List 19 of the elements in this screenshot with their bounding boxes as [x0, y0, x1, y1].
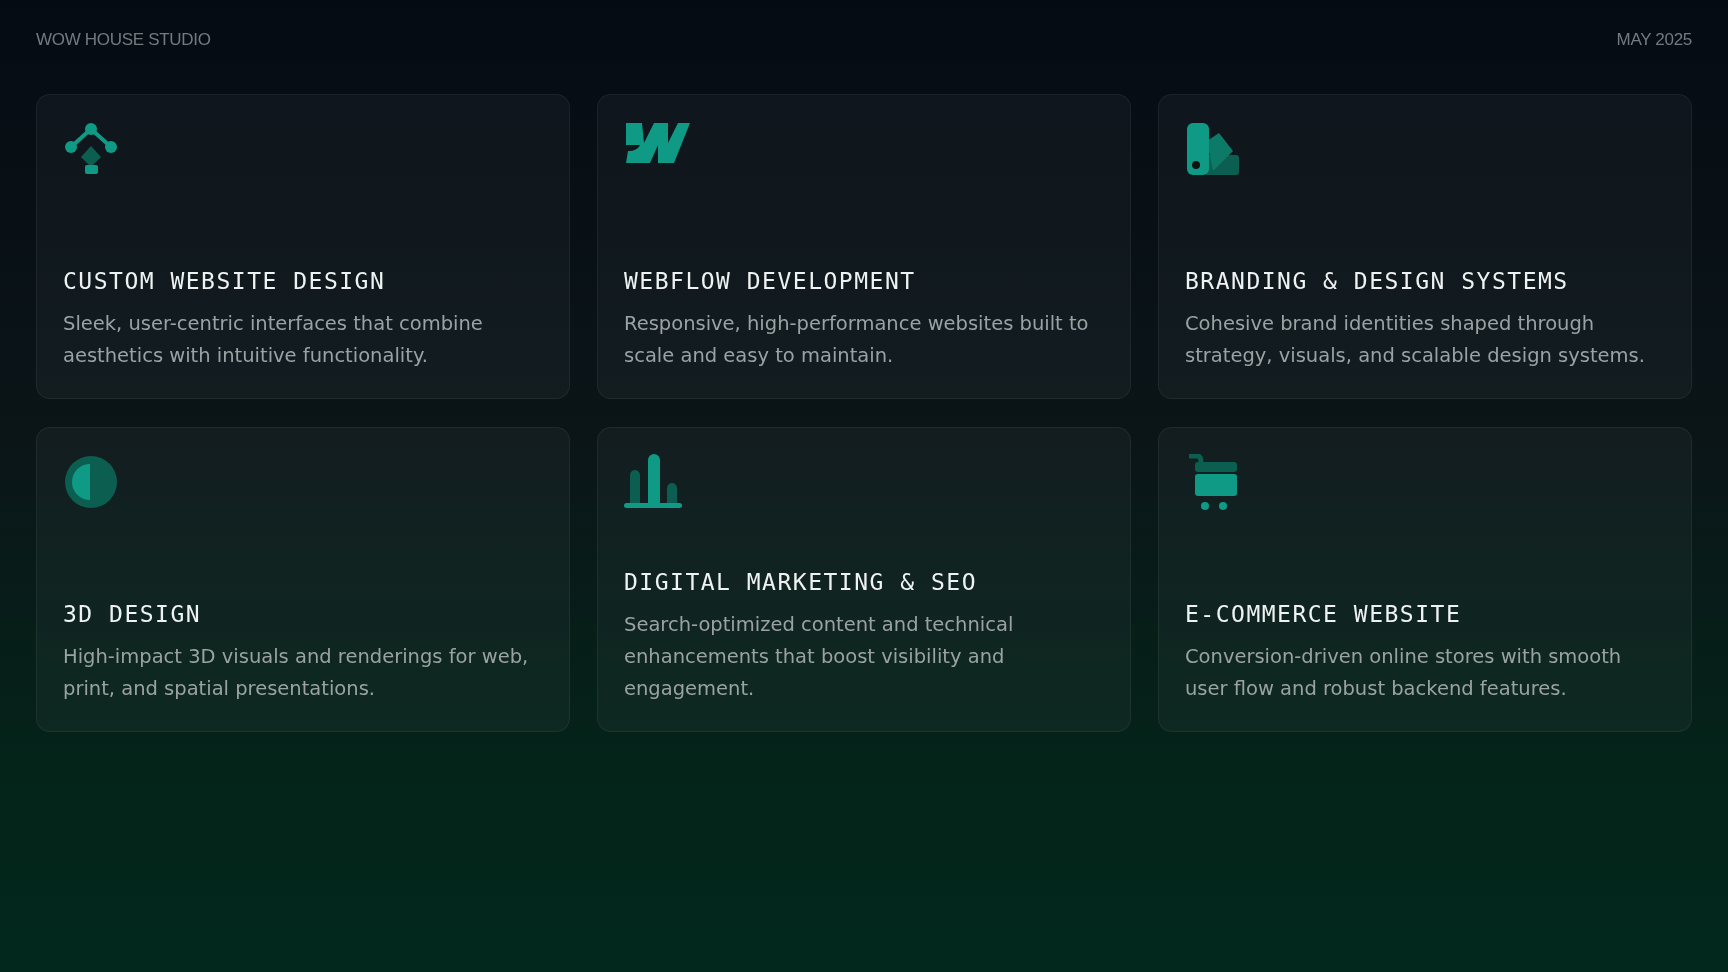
service-description: Cohesive brand identities shaped through strategy, visuals, and scalable design systems.	[1185, 311, 1646, 369]
swatch-icon	[1185, 121, 1241, 177]
service-title: 3D DESIGN	[63, 601, 203, 627]
vector-nodes-icon	[63, 121, 119, 177]
w-logo-icon	[624, 121, 690, 165]
service-description: Conversion-driven online stores with smooth user flow and robust backend features.	[1185, 644, 1623, 702]
service-description: Search-optimized content and technical enhancements that boost visibility and engagement.	[624, 612, 1015, 702]
date-label: MAY 2025	[1616, 30, 1692, 50]
service-title: DIGITAL MARKETING & SEO	[624, 569, 978, 595]
service-title: WEBFLOW DEVELOPMENT	[624, 268, 917, 294]
service-title: CUSTOM WEBSITE DESIGN	[63, 268, 387, 294]
service-title: E-COMMERCE WEBSITE	[1185, 601, 1463, 627]
service-title: BRANDING & DESIGN SYSTEMS	[1185, 268, 1570, 294]
service-description: Responsive, high-performance websites built to scale and easy to maintain.	[624, 311, 1090, 369]
bar-chart-icon	[624, 454, 684, 510]
service-description: Sleek, user-centric interfaces that combine aesthetics with intuitive functionality.	[63, 311, 484, 369]
half-circle-icon	[63, 454, 119, 510]
service-description: High-impact 3D visuals and renderings for web, print, and spatial presentations.	[63, 644, 530, 702]
studio-name: WOW HOUSE STUDIO	[36, 30, 211, 50]
